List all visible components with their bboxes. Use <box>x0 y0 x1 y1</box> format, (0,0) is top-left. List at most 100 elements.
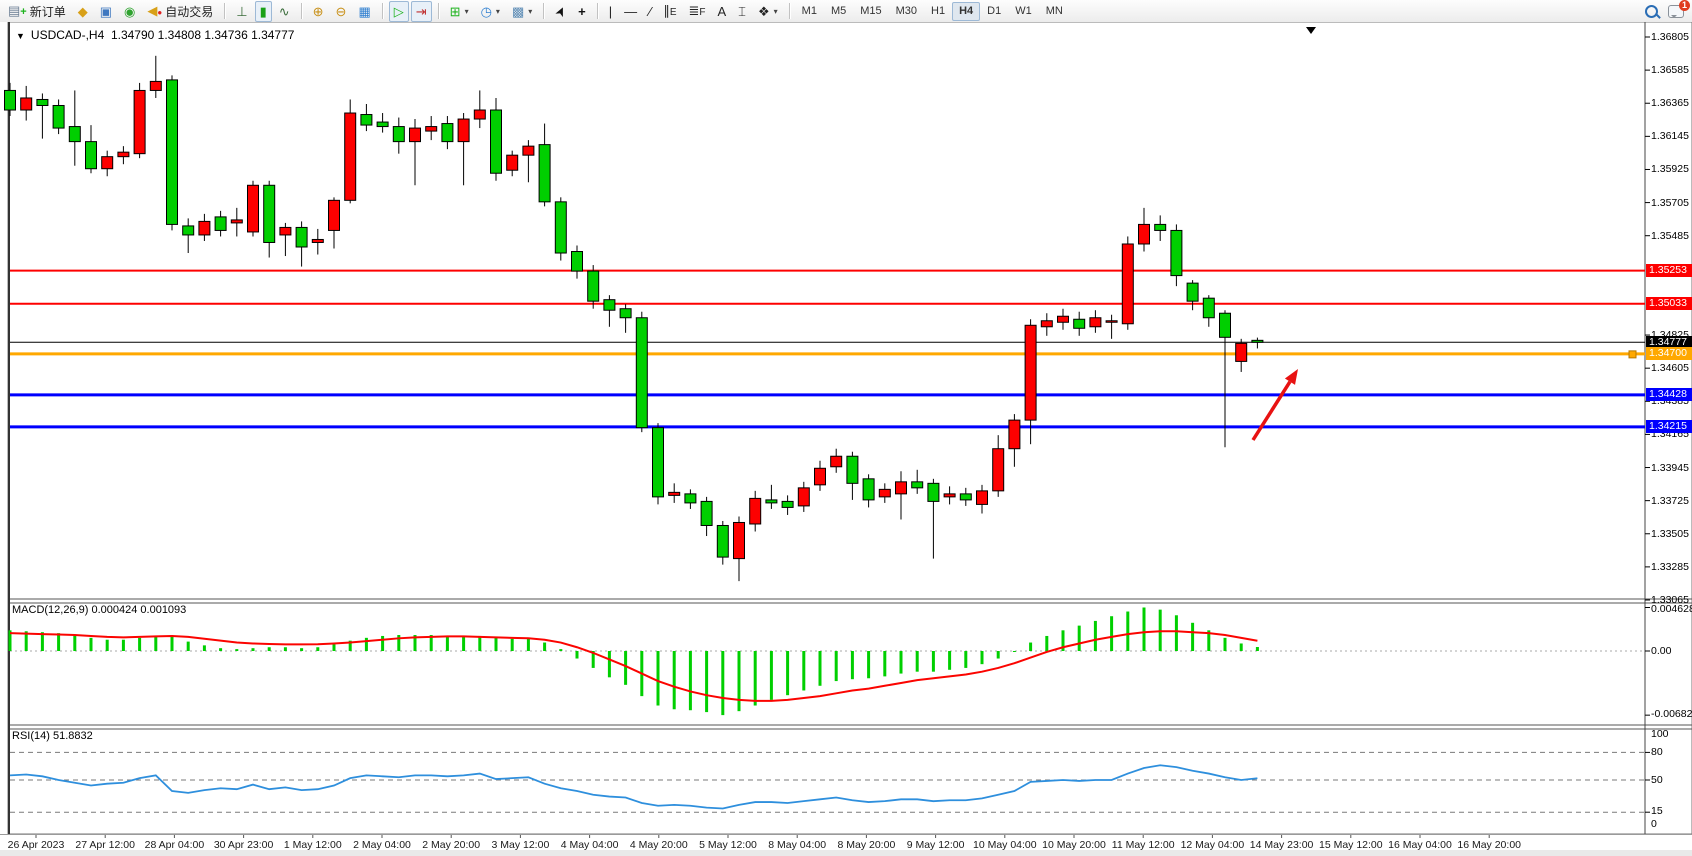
macd-bar <box>300 648 303 651</box>
rsi-line <box>10 765 1257 808</box>
macd-bar <box>446 636 449 651</box>
timeframe-w1[interactable]: W1 <box>1008 2 1039 21</box>
candle <box>361 115 372 126</box>
macd-bar <box>73 635 76 651</box>
macd-bar <box>138 638 141 651</box>
macd-bar <box>900 651 903 674</box>
horizontal-line-tool-button[interactable]: — <box>619 1 642 22</box>
price-line-badge: 1.35253 <box>1646 264 1692 277</box>
candle <box>377 122 388 127</box>
label-tool-button[interactable]: ⌶ <box>733 1 751 22</box>
candle <box>572 252 583 272</box>
indicators-button[interactable]: ⊞▾ <box>445 1 474 22</box>
toolbar: ▤+ 新订单 ◆ ▣ ◉ ◀● 自动交易 ⊥ ▮ ∿ ⊕ ⊖ ▦ ▷ ⇥ <box>0 0 1692 23</box>
arrows-tool-button[interactable]: ❖▾ <box>753 1 783 22</box>
new-order-button[interactable]: ▤+ 新订单 <box>3 1 71 22</box>
timeframe-d1[interactable]: D1 <box>980 2 1008 21</box>
macd-bar <box>333 644 336 651</box>
symbol-period-label: USDCAD-,H4 <box>31 28 104 42</box>
time-axis-label: 27 Apr 12:00 <box>75 839 135 851</box>
channel-tool-button[interactable]: ∥E <box>658 1 681 22</box>
trendline-tool-button[interactable]: ∕ <box>644 1 656 22</box>
timeframe-m15[interactable]: M15 <box>853 2 888 21</box>
candle <box>69 127 80 142</box>
candle <box>134 90 145 153</box>
candle-chart-mode-button[interactable]: ▮ <box>255 1 272 22</box>
price-tick-label: 1.33505 <box>1651 528 1689 540</box>
rsi-axis-50: 50 <box>1651 774 1663 786</box>
vertical-line-tool-button[interactable]: | <box>604 1 617 22</box>
macd-bar <box>268 647 271 651</box>
shapes-icon: ❖ <box>758 5 770 18</box>
timeframe-m5[interactable]: M5 <box>824 2 853 21</box>
time-axis-label: 30 Apr 23:00 <box>214 839 274 851</box>
zoom-out-button[interactable]: ⊖ <box>331 1 352 22</box>
timeframe-h4[interactable]: H4 <box>952 2 980 21</box>
timeframe-h1[interactable]: H1 <box>924 2 952 21</box>
macd-axis-zero: 0.00 <box>1651 645 1671 657</box>
toolbar-separator <box>224 3 225 19</box>
chart-canvas[interactable] <box>0 22 1692 856</box>
market-watch-button[interactable]: ◆ <box>73 1 93 22</box>
text-tool-button[interactable]: A <box>713 1 732 22</box>
price-line-badge: 1.34700 <box>1646 347 1692 360</box>
chisel-icon: ◆ <box>78 5 88 18</box>
macd-bar <box>203 645 206 651</box>
candle <box>296 227 307 247</box>
candle <box>831 456 842 467</box>
bar-chart-mode-button[interactable]: ⊥ <box>231 1 252 22</box>
chevron-down-icon: ▾ <box>774 7 778 16</box>
time-axis-label: 8 May 20:00 <box>837 839 895 851</box>
macd-bar <box>1078 626 1081 651</box>
templates-button[interactable]: ▩▾ <box>507 1 537 22</box>
terminal-button[interactable]: ▣ <box>95 1 117 22</box>
time-axis-label: 2 May 04:00 <box>353 839 411 851</box>
chart-shift-button[interactable]: ⇥ <box>411 1 432 22</box>
macd-bar <box>1045 636 1048 651</box>
price-tick-label: 1.34605 <box>1651 362 1689 374</box>
signals-button[interactable]: ◉ <box>119 1 140 22</box>
macd-bar <box>57 633 60 651</box>
macd-bar <box>462 636 465 651</box>
cursor-tool-button[interactable]: ➤ <box>550 1 571 22</box>
chat-icon[interactable]: 1 <box>1668 5 1684 18</box>
price-tick-label: 1.33285 <box>1651 561 1689 573</box>
price-tick-label: 1.36145 <box>1651 130 1689 142</box>
rsi-axis-15: 15 <box>1651 805 1663 817</box>
cursor-icon: ➤ <box>553 3 569 18</box>
chart-dropdown-icon[interactable]: ▼ <box>16 31 25 41</box>
price-tick-label: 1.35485 <box>1651 230 1689 242</box>
zoom-in-button[interactable]: ⊕ <box>308 1 329 22</box>
fibonacci-tool-button[interactable]: ≣F <box>683 1 710 22</box>
timeframe-m30[interactable]: M30 <box>889 2 924 21</box>
macd-bar <box>1126 612 1129 651</box>
macd-bar <box>154 636 157 651</box>
chart-shift-icon: ⇥ <box>416 5 427 18</box>
text-icon: A <box>718 5 727 18</box>
macd-bar <box>721 651 724 715</box>
candle <box>879 489 890 497</box>
candle <box>507 155 518 170</box>
search-icon[interactable] <box>1645 5 1658 18</box>
macd-bar <box>997 651 1000 659</box>
candle <box>960 494 971 500</box>
candle <box>539 145 550 202</box>
candle <box>653 428 664 497</box>
rsi-indicator-label: RSI(14) 51.8832 <box>12 730 93 742</box>
candle <box>701 501 712 525</box>
timeframe-m1[interactable]: M1 <box>795 2 824 21</box>
timeframe-mn[interactable]: MN <box>1039 2 1070 21</box>
candle <box>393 127 404 142</box>
line-chart-mode-button[interactable]: ∿ <box>274 1 295 22</box>
toolbar-separator <box>382 3 383 19</box>
tile-windows-button[interactable]: ▦ <box>353 1 375 22</box>
auto-scroll-button[interactable]: ▷ <box>389 1 409 22</box>
periods-button[interactable]: ◷▾ <box>476 1 505 22</box>
toolbar-separator <box>597 3 598 19</box>
time-axis-label: 4 May 04:00 <box>561 839 619 851</box>
autotrade-button[interactable]: ◀● 自动交易 <box>142 1 218 22</box>
chart-window[interactable]: ▼USDCAD-,H4 1.34790 1.34808 1.34736 1.34… <box>0 22 1692 856</box>
macd-indicator-label: MACD(12,26,9) 0.000424 0.001093 <box>12 604 186 616</box>
macd-bar <box>1240 643 1243 651</box>
crosshair-tool-button[interactable]: + <box>573 1 591 22</box>
